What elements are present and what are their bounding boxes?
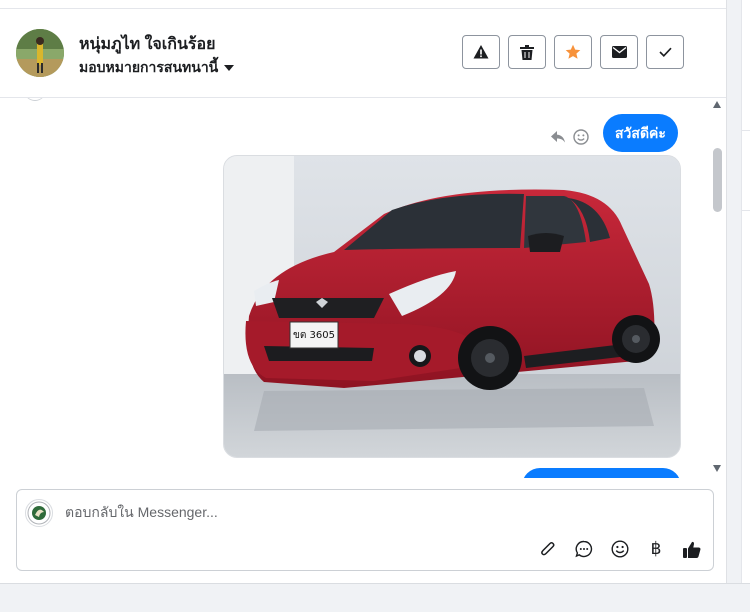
assign-conversation-dropdown[interactable]: มอบหมายการสนทนานี้ — [79, 57, 235, 79]
svg-text:ขต 3605: ขต 3605 — [293, 330, 335, 341]
assign-label: มอบหมายการสนทนานี้ — [79, 59, 219, 75]
payment-button[interactable]: ฿ — [645, 538, 667, 560]
bottom-window-edge — [0, 583, 750, 612]
star-icon — [565, 44, 581, 59]
right-sidebar-edge — [741, 0, 750, 583]
contact-name[interactable]: หนุ่มภูไท ใจเกินร้อย — [79, 32, 215, 57]
check-icon — [658, 47, 672, 57]
spam-button[interactable] — [462, 35, 500, 69]
reply-input[interactable] — [65, 504, 625, 520]
envelope-icon — [611, 46, 627, 58]
saved-reply-icon — [575, 540, 593, 558]
thumbs-up-icon — [683, 541, 701, 558]
saved-reply-button[interactable] — [573, 538, 595, 560]
warning-icon — [473, 45, 489, 59]
emoji-icon — [611, 540, 629, 558]
reply-composer: ฿ — [16, 489, 714, 571]
mark-done-button[interactable] — [646, 35, 684, 69]
contact-avatar[interactable] — [16, 29, 64, 77]
emoji-button[interactable] — [609, 538, 631, 560]
scrollbar-thumb[interactable] — [713, 148, 722, 212]
caret-down-icon — [224, 65, 235, 71]
composer-tools: ฿ — [537, 538, 703, 560]
like-button[interactable] — [681, 538, 703, 560]
delete-button[interactable] — [508, 35, 546, 69]
sidebar-divider — [742, 210, 750, 211]
previous-avatar-edge — [24, 98, 46, 101]
mark-unread-button[interactable] — [600, 35, 638, 69]
attachment-button[interactable] — [537, 538, 559, 560]
react-emoji-icon[interactable] — [573, 129, 589, 145]
star-button[interactable] — [554, 35, 592, 69]
conversation-header: หนุ่มภูไท ใจเกินร้อย มอบหมายการสนทนานี้ — [0, 9, 726, 98]
message-image[interactable]: ขต 3605 — [223, 155, 681, 458]
attachment-icon — [541, 542, 555, 556]
inbox-conversation-panel: หนุ่มภูไท ใจเกินร้อย มอบหมายการสนทนานี้ — [0, 0, 727, 583]
next-message-bubble — [522, 468, 681, 478]
header-actions — [462, 35, 684, 69]
page-avatar — [25, 499, 53, 527]
message-thread[interactable]: สวัสดีค่ะ ขต 3605 — [0, 98, 712, 478]
sidebar-divider — [742, 130, 750, 131]
trash-icon — [520, 44, 534, 60]
scroll-down-arrow[interactable] — [713, 465, 721, 472]
scroll-up-arrow[interactable] — [713, 101, 721, 108]
message-bubble[interactable]: สวัสดีค่ะ — [603, 114, 678, 152]
message-hover-tools — [551, 129, 589, 145]
baht-icon: ฿ — [650, 539, 662, 559]
reply-icon[interactable] — [551, 131, 565, 143]
